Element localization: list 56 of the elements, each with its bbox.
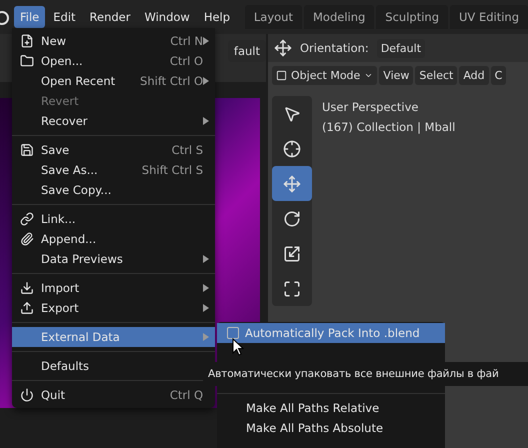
- menu-icon: [20, 232, 34, 246]
- header-menu[interactable]: C: [490, 66, 506, 84]
- tool-icon: [283, 210, 301, 228]
- menu-icon: [20, 212, 34, 226]
- menu-entry[interactable]: Open Recent Shift Ctrl O: [12, 71, 215, 91]
- menu-icon: [20, 143, 34, 157]
- viewport-info: (167) Collection | Mball: [322, 120, 456, 134]
- menu-entry[interactable]: Append...: [12, 229, 215, 249]
- orientation-dropdown[interactable]: fault: [228, 40, 266, 62]
- mode-dropdown[interactable]: Object Mode: [272, 66, 378, 84]
- menu-icon: [20, 54, 34, 68]
- logo-icon[interactable]: [0, 8, 10, 26]
- move-icon[interactable]: [274, 39, 292, 57]
- menu-entry[interactable]: Make All Paths Relative: [217, 398, 445, 418]
- checkbox[interactable]: [227, 327, 239, 339]
- header-menu[interactable]: Select: [415, 66, 458, 84]
- menu-icon: [20, 301, 34, 315]
- menu-icon: [20, 388, 34, 402]
- mouse-cursor-icon: [232, 338, 244, 356]
- menu-entry[interactable]: Export: [12, 298, 215, 318]
- menu-item[interactable]: Render: [84, 6, 136, 28]
- menu-entry[interactable]: Automatically Pack Into .blend: [217, 323, 445, 343]
- menu-item[interactable]: Help: [198, 6, 236, 28]
- menu-entry[interactable]: Save Ctrl S: [12, 140, 215, 160]
- menu-entry[interactable]: Data Previews: [12, 249, 215, 269]
- menu-icon: [20, 34, 34, 48]
- menu-entry[interactable]: External Data: [12, 327, 215, 347]
- tool-icon: [283, 174, 301, 192]
- menu-entry[interactable]: Make All Paths Absolute: [217, 418, 445, 438]
- menu-entry[interactable]: Save As... Shift Ctrl S: [12, 160, 215, 180]
- tool-icon: [283, 280, 301, 298]
- menu-entry[interactable]: Save Copy...: [12, 180, 215, 200]
- tool-icon: [283, 140, 301, 158]
- workspace-tab[interactable]: Modeling: [304, 5, 374, 29]
- workspace-tab[interactable]: Layout: [244, 5, 302, 29]
- menu-item[interactable]: File: [14, 6, 46, 28]
- object-mode-icon: [276, 70, 287, 80]
- menu-entry[interactable]: Link...: [12, 209, 215, 229]
- menu-entry[interactable]: Import: [12, 278, 215, 298]
- menu-entry[interactable]: Recover: [12, 111, 215, 131]
- tool-icon: [283, 244, 301, 262]
- workspace-tab[interactable]: Sculpting: [376, 5, 448, 29]
- menu-entry[interactable]: Quit Ctrl Q: [12, 385, 215, 405]
- orientation-label: Orientation:: [300, 41, 369, 55]
- workspace-tab[interactable]: UV Editing: [450, 5, 528, 29]
- menu-item[interactable]: Edit: [47, 6, 82, 28]
- viewport-info: User Perspective: [322, 100, 420, 114]
- tooltip: Автоматически упаковать все внешние файлы в фай: [203, 362, 528, 386]
- header-menu[interactable]: Add: [459, 66, 489, 84]
- orientation-dropdown[interactable]: Default: [376, 38, 426, 58]
- menu-icon: [20, 281, 34, 295]
- tool-icon: [283, 104, 301, 122]
- menu-entry[interactable]: New Ctrl N: [12, 31, 215, 51]
- menu-entry[interactable]: Open... Ctrl O: [12, 51, 215, 71]
- header-menu[interactable]: View: [379, 66, 414, 84]
- menu-item[interactable]: Window: [138, 6, 196, 28]
